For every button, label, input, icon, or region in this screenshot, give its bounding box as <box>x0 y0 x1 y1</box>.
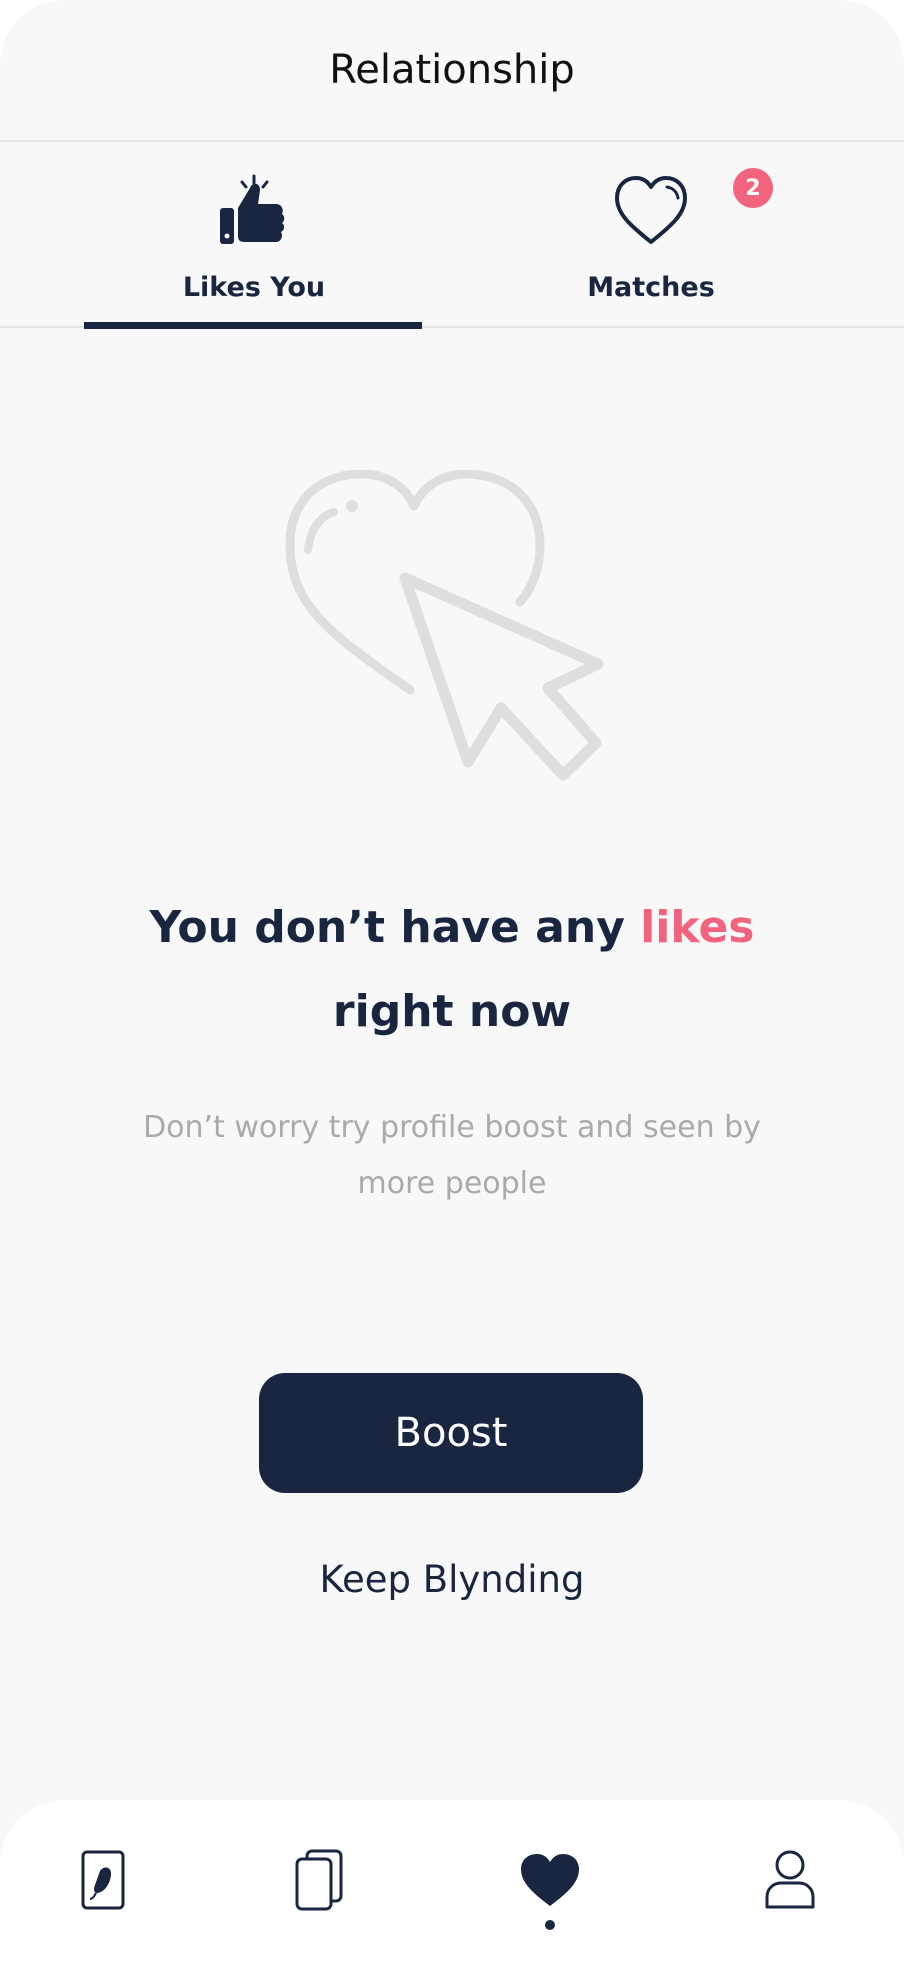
heart-filled-icon <box>521 1854 579 1906</box>
relationship-screen: Relationship Likes You Matches 2 You don… <box>0 0 904 1964</box>
tab-matches-label: Matches <box>587 272 715 303</box>
page-title: Relationship <box>329 47 575 93</box>
cards-stack-icon <box>295 1849 343 1911</box>
tab-likes-you-label: Likes You <box>182 272 326 303</box>
user-icon <box>765 1850 815 1909</box>
empty-state-heading: You don’t have any likes right now <box>0 886 904 1054</box>
bottom-nav <box>0 1800 904 1964</box>
tab-likes-you[interactable]: Likes You <box>84 142 424 326</box>
nav-item-cards[interactable] <box>279 1840 359 1920</box>
heading-accent: likes <box>640 902 755 953</box>
nav-item-profile[interactable] <box>750 1840 830 1920</box>
tab-matches[interactable]: Matches <box>481 142 821 326</box>
matches-count-badge: 2 <box>733 168 773 208</box>
thumbs-up-icon <box>220 174 285 244</box>
app-header: Relationship <box>0 0 904 142</box>
tab-bar: Likes You Matches <box>0 142 904 329</box>
boost-button[interactable]: Boost <box>259 1373 643 1493</box>
empty-state-subtext: Don’t worry try profile boost and seen b… <box>143 1110 761 1201</box>
profile-card-icon <box>81 1850 125 1910</box>
heading-suffix: right now <box>332 986 572 1037</box>
nav-item-profile-card[interactable] <box>63 1840 143 1920</box>
heart-outline-icon <box>615 176 687 244</box>
active-nav-indicator <box>545 1920 555 1930</box>
heart-cursor-icon <box>285 470 604 781</box>
active-tab-indicator <box>84 322 422 329</box>
nav-item-relationship[interactable] <box>510 1840 590 1920</box>
heading-prefix: You don’t have any <box>149 902 641 953</box>
keep-blynding-link[interactable]: Keep Blynding <box>0 1558 904 1601</box>
